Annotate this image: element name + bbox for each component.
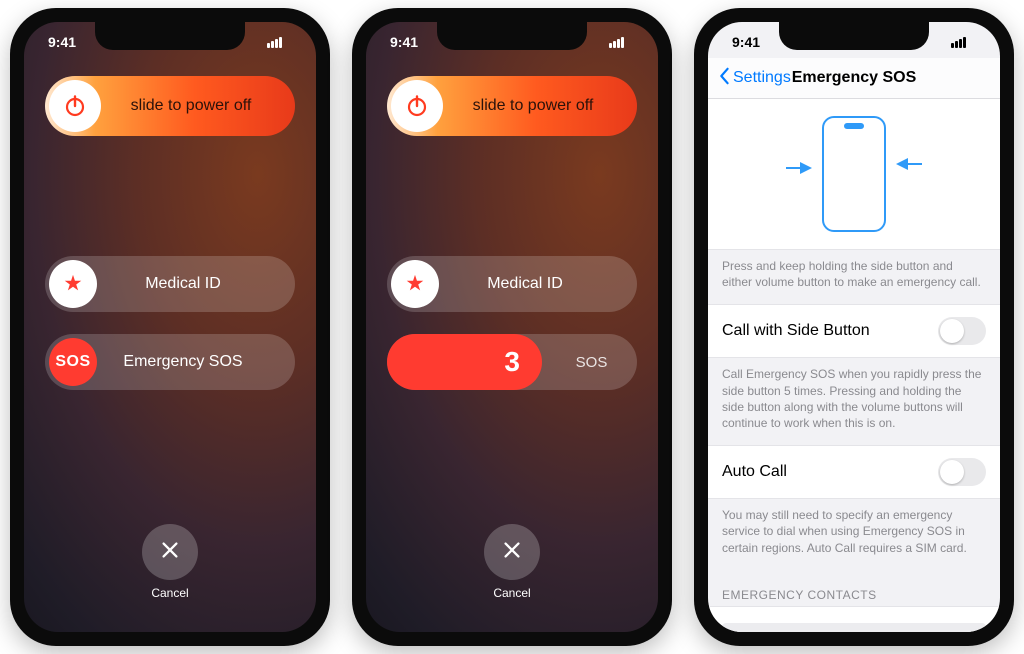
power-slider-label: slide to power off <box>105 97 295 115</box>
toggle-auto-call[interactable] <box>938 458 986 486</box>
status-time: 9:41 <box>732 34 760 50</box>
cellular-icon <box>951 37 966 48</box>
medical-id-slider[interactable]: Medical ID <box>45 256 295 312</box>
status-icons <box>609 37 634 48</box>
emergency-contacts-header: EMERGENCY CONTACTS <box>708 570 1000 606</box>
chevron-left-icon <box>718 67 730 90</box>
phone-frame-1: 9:41 slide to power off Medi <box>10 8 330 646</box>
medical-id-icon[interactable] <box>49 260 97 308</box>
side-button-caption: Call Emergency SOS when you rapidly pres… <box>708 358 1000 445</box>
phone-frame-2: 9:41 slide to power off Medi <box>352 8 672 646</box>
cancel-label: Cancel <box>493 586 530 600</box>
cancel-button[interactable] <box>142 524 198 580</box>
nav-bar: Settings Emergency SOS <box>708 58 1000 99</box>
status-icons <box>951 37 976 48</box>
screen-1: 9:41 slide to power off Medi <box>24 22 316 632</box>
close-icon <box>159 539 181 566</box>
medical-id-label: Medical ID <box>443 275 637 293</box>
cancel-label: Cancel <box>151 586 188 600</box>
medical-id-icon[interactable] <box>391 260 439 308</box>
status-time: 9:41 <box>390 34 418 50</box>
auto-call-row[interactable]: Auto Call <box>708 445 1000 499</box>
cellular-icon <box>609 37 624 48</box>
cancel-button[interactable] <box>484 524 540 580</box>
countdown-number: 3 <box>387 346 542 378</box>
power-icon[interactable] <box>49 80 101 132</box>
status-time: 9:41 <box>48 34 76 50</box>
sos-illustration <box>708 98 1000 250</box>
auto-call-caption: You may still need to specify an emergen… <box>708 499 1000 570</box>
medical-id-label: Medical ID <box>101 275 295 293</box>
power-icon[interactable] <box>391 80 443 132</box>
sos-label: Emergency SOS <box>101 353 295 371</box>
call-side-button-row[interactable]: Call with Side Button <box>708 304 1000 358</box>
phone-outline-icon <box>822 116 886 232</box>
illustration-caption: Press and keep holding the side button a… <box>708 250 1000 304</box>
back-label: Settings <box>733 69 791 87</box>
page-title: Emergency SOS <box>792 69 917 87</box>
status-icons <box>267 37 292 48</box>
power-off-slider[interactable]: slide to power off <box>387 76 637 136</box>
power-slider-label: slide to power off <box>447 97 637 115</box>
stage: 9:41 slide to power off Medi <box>0 0 1024 654</box>
phone-frame-3: 9:41 Settings Emergency SOS <box>694 8 1014 646</box>
slider-stack: Medical ID SOS Emergency SOS <box>45 256 295 390</box>
close-icon <box>501 539 523 566</box>
row-label: Call with Side Button <box>722 322 870 340</box>
cellular-icon <box>267 37 282 48</box>
list-item <box>722 623 986 632</box>
screen-3: 9:41 Settings Emergency SOS <box>708 22 1000 632</box>
screen-2: 9:41 slide to power off Medi <box>366 22 658 632</box>
notch <box>437 22 587 50</box>
sos-countdown-slider[interactable]: 3 SOS <box>387 334 637 390</box>
medical-id-slider[interactable]: Medical ID <box>387 256 637 312</box>
cancel-group: Cancel <box>142 524 198 600</box>
emergency-contacts-list <box>708 606 1000 632</box>
row-label: Auto Call <box>722 463 787 481</box>
emergency-sos-slider[interactable]: SOS Emergency SOS <box>45 334 295 390</box>
notch <box>779 22 929 50</box>
back-button[interactable]: Settings <box>718 67 791 90</box>
slider-stack: Medical ID 3 SOS <box>387 256 637 390</box>
toggle-side-button[interactable] <box>938 317 986 345</box>
sos-knob[interactable]: SOS <box>49 338 97 386</box>
countdown-suffix: SOS <box>542 354 637 371</box>
power-off-slider[interactable]: slide to power off <box>45 76 295 136</box>
notch <box>95 22 245 50</box>
settings-content: Press and keep holding the side button a… <box>708 98 1000 632</box>
cancel-group: Cancel <box>484 524 540 600</box>
